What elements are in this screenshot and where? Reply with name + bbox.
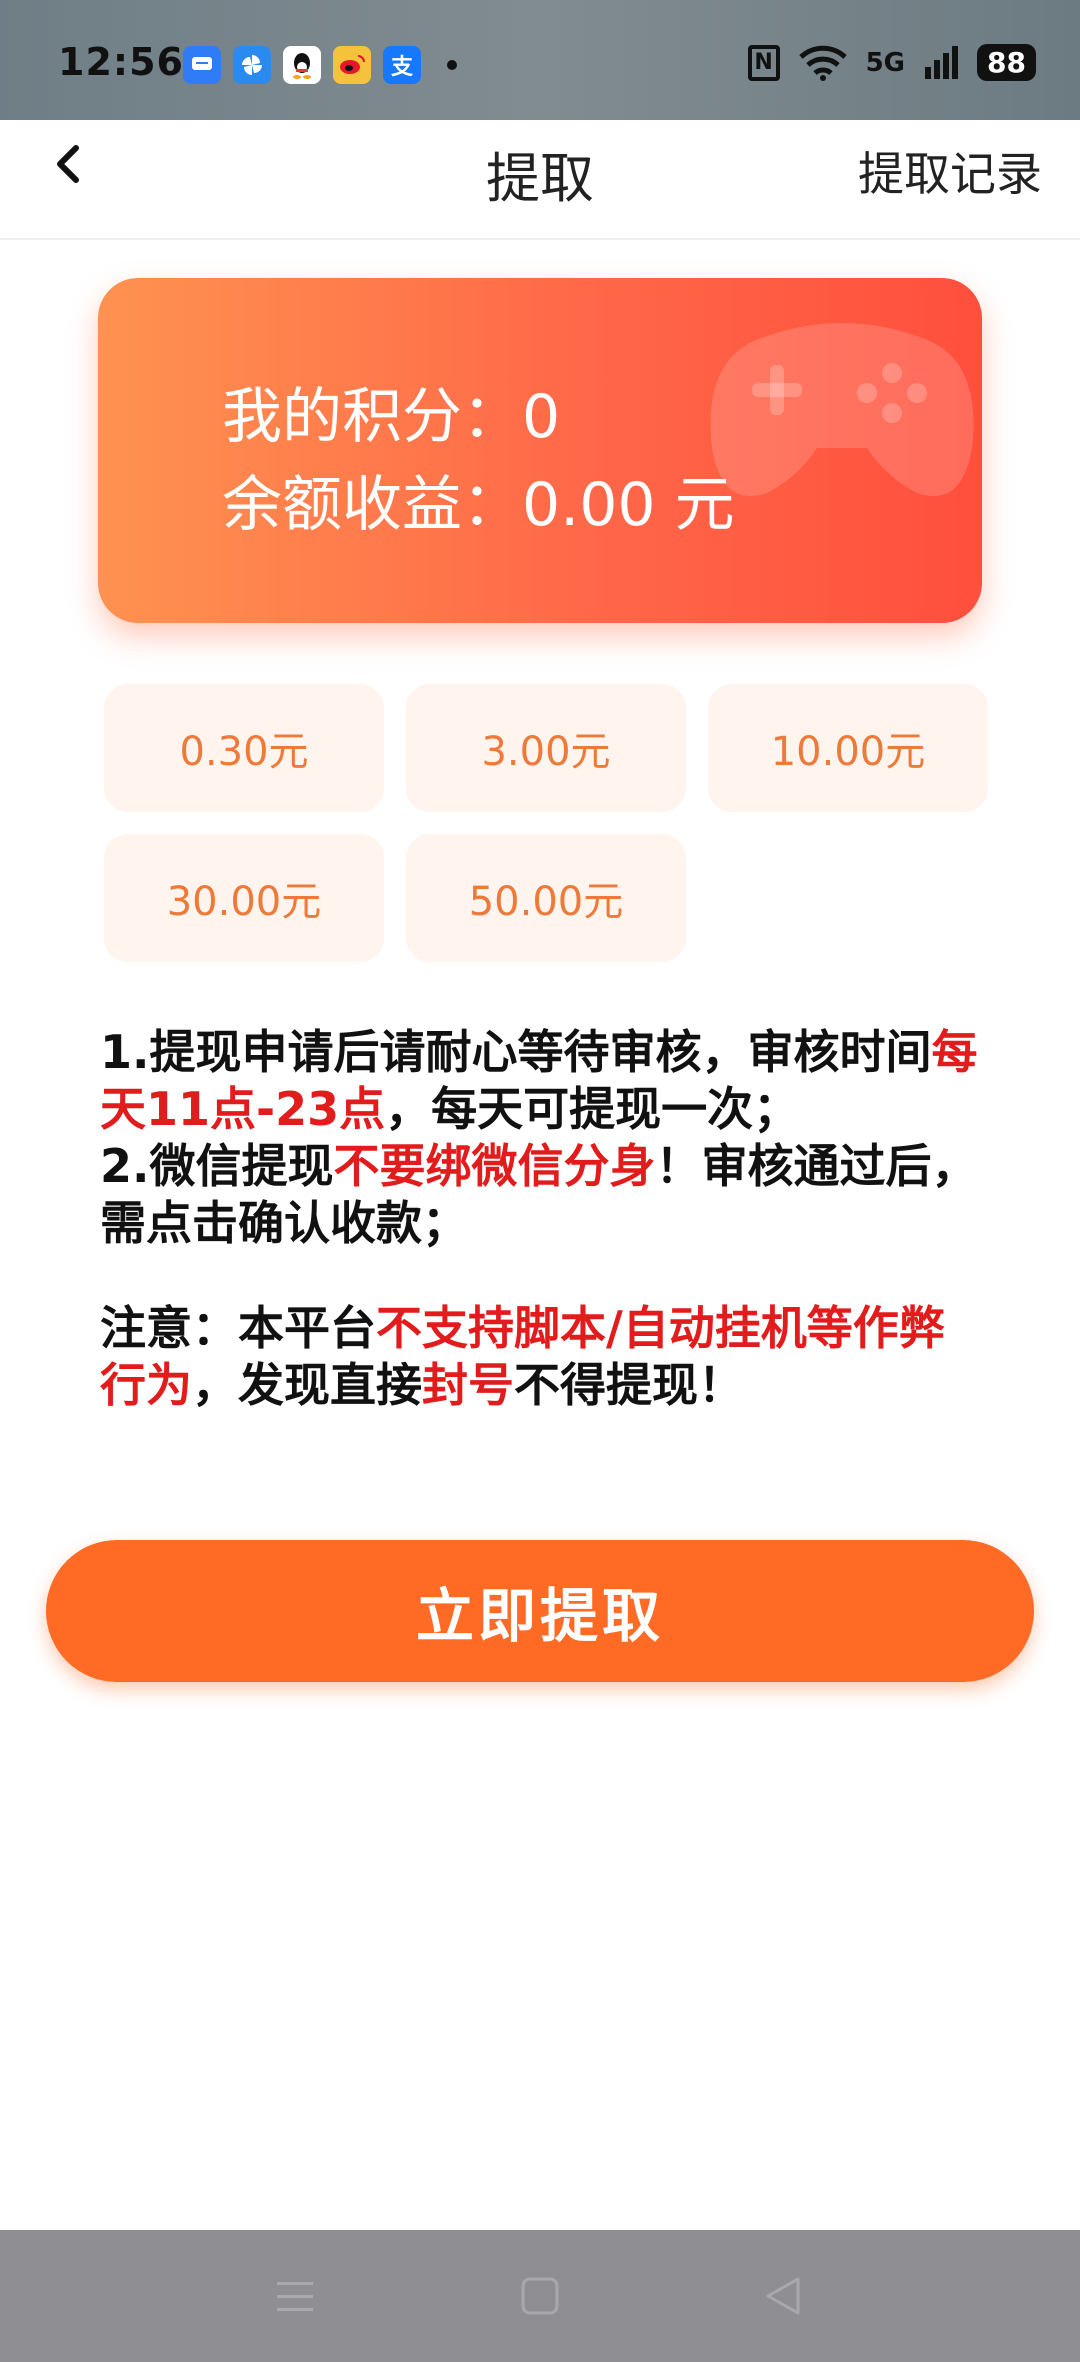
withdraw-notice: 1.提现申请后请耐心等待审核，审核时间每天11点-23点，每天可提现一次； 2.… (100, 1024, 980, 1414)
notice-rule-2: 2.微信提现不要绑微信分身！审核通过后，需点击确认收款； (100, 1138, 980, 1252)
withdraw-now-button[interactable]: 立即提取 (46, 1540, 1034, 1682)
signal-bars-icon (925, 45, 959, 79)
amount-option[interactable]: 50.00元 (406, 834, 686, 962)
notification-icons: 支 (183, 46, 457, 84)
wifi-icon (798, 45, 847, 81)
weibo-icon (333, 46, 371, 84)
points-row: 我的积分：0 (222, 368, 560, 455)
message-icon (183, 46, 221, 84)
network-type: 5G (865, 47, 906, 78)
alipay-icon: 支 (383, 46, 421, 84)
withdraw-records-link[interactable]: 提取记录 (858, 138, 1042, 204)
back-triangle-icon[interactable] (754, 2270, 814, 2322)
balance-value: 0.00 元 (522, 470, 735, 540)
balance-label: 余额收益： (222, 470, 522, 540)
notice-text: ，发现直接 (192, 1358, 422, 1412)
pinwheel-icon (233, 46, 271, 84)
notice-text: 不得提现！ (514, 1358, 744, 1412)
top-nav-bar: 提取 提取记录 (0, 120, 1080, 240)
notice-text: 2.微信提现 (100, 1139, 334, 1193)
qq-icon (283, 46, 321, 84)
system-nav-bar (0, 2230, 1080, 2362)
notice-text: 1.提现申请后请耐心等待审核，审核时间 (100, 1025, 932, 1079)
more-notifications-dot (447, 60, 457, 70)
menu-icon[interactable] (265, 2270, 325, 2322)
points-value: 0 (522, 382, 561, 452)
notice-rule-1: 1.提现申请后请耐心等待审核，审核时间每天11点-23点，每天可提现一次； (100, 1024, 980, 1138)
notice-text: 注意：本平台 (100, 1301, 376, 1355)
amount-option[interactable]: 30.00元 (104, 834, 384, 962)
amount-option[interactable]: 3.00元 (406, 684, 686, 812)
balance-card: 我的积分：0 余额收益：0.00 元 (98, 278, 982, 623)
notice-text: ，每天可提现一次； (385, 1082, 800, 1136)
points-label: 我的积分： (222, 382, 522, 452)
gamepad-icon (710, 323, 974, 496)
battery-level: 88 (977, 44, 1036, 81)
home-icon[interactable] (510, 2270, 570, 2322)
status-time: 12:56 (58, 40, 184, 84)
system-icons: N 5G 88 (747, 44, 1036, 81)
amount-option[interactable]: 10.00元 (708, 684, 988, 812)
status-bar: 12:56 支 N 5G 88 (0, 0, 1080, 120)
notice-warning: 注意：本平台不支持脚本/自动挂机等作弊行为，发现直接封号不得提现！ (100, 1300, 980, 1414)
balance-row: 余额收益：0.00 元 (222, 456, 735, 543)
notice-highlight: 封号 (422, 1358, 514, 1412)
amount-option[interactable]: 0.30元 (104, 684, 384, 812)
nfc-icon: N (747, 44, 780, 81)
notice-highlight: 不要绑微信分身 (333, 1139, 656, 1193)
